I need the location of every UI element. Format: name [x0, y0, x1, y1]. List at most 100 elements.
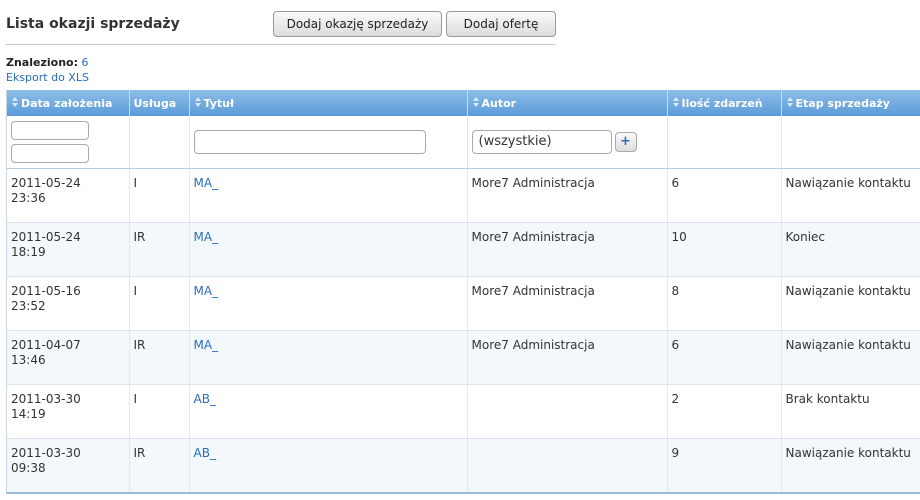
date-cell: 2011-05-24 23:36: [7, 168, 130, 223]
title-cell: MA_: [189, 222, 468, 277]
author-select[interactable]: (wszystkie): [471, 129, 612, 154]
opportunities-table: Data założenia Usługa Tytuł Autor Ilość …: [7, 90, 920, 492]
author-cell: [467, 384, 668, 439]
date-value: 2011-03-30: [11, 445, 81, 460]
table-row[interactable]: 2011-05-16 23:52 I MA_ More7 Administracja 8 N…: [7, 276, 920, 331]
add-offer-button[interactable]: Dodaj ofertę: [446, 11, 556, 37]
sort-arrows-icon: [12, 97, 18, 107]
stage-cell: Koniec: [781, 222, 920, 277]
column-header-service: Usługa: [129, 90, 190, 116]
time-value: 13:46: [11, 352, 46, 367]
service-cell: I: [129, 384, 190, 439]
events-filter-cell: [667, 116, 782, 169]
results-count: Znaleziono: 6: [6, 56, 88, 69]
column-header-stage-label: Etap sprzedaży: [795, 97, 890, 110]
export-xls-link[interactable]: Eksport do XLS: [6, 71, 89, 84]
table-row[interactable]: 2011-05-24 18:19 IR MA_ More7 Administracja 1…: [7, 222, 920, 277]
results-count-value: 6: [81, 56, 89, 69]
sort-arrows-icon: [672, 97, 679, 107]
time-value: 23:52: [11, 298, 46, 313]
stage-cell: Nawiązanie kontaktu: [781, 330, 920, 385]
title-link[interactable]: AB_: [194, 392, 216, 406]
stage-filter-cell: [781, 116, 920, 169]
page-title: Lista okazji sprzedaży: [6, 16, 180, 32]
sort-arrows-icon: [472, 97, 479, 107]
stage-cell: Nawiązanie kontaktu: [781, 168, 920, 223]
date-value: 2011-04-07: [11, 337, 81, 352]
events-cell: 10: [667, 222, 782, 277]
events-cell: 6: [667, 330, 782, 385]
author-cell: More7 Administracja: [467, 222, 668, 277]
table-row[interactable]: 2011-03-30 09:38 IR AB_ 9 Nawiązanie kontaktu: [7, 438, 920, 492]
service-filter-cell: [129, 116, 190, 169]
column-header-events-label: Ilość zdarzeń: [681, 97, 763, 110]
author-cell: More7 Administracja: [467, 276, 668, 331]
column-header-service-label: Usługa: [133, 96, 177, 110]
column-header-author-label: Autor: [481, 97, 517, 110]
events-cell: 2: [667, 384, 782, 439]
plus-icon[interactable]: +: [614, 131, 637, 152]
header-row: Data założenia Usługa Tytuł Autor Ilość …: [7, 90, 920, 116]
date-to-input[interactable]: [11, 143, 89, 163]
column-header-stage[interactable]: Etap sprzedaży: [781, 90, 920, 116]
title-cell: AB_: [189, 384, 468, 439]
date-value: 2011-05-16: [11, 283, 81, 298]
table-row[interactable]: 2011-05-24 23:36 I MA_ More7 Administracja 6 N…: [7, 168, 920, 223]
date-from-input[interactable]: [11, 120, 89, 140]
table-row[interactable]: 2011-04-07 13:46 IR MA_ More7 Administracja 6…: [7, 330, 920, 385]
sort-arrows-icon: [194, 97, 201, 107]
opportunities-grid: Data założenia Usługa Tytuł Autor Ilość …: [6, 90, 920, 494]
column-header-author[interactable]: Autor: [467, 90, 668, 116]
events-cell: 6: [667, 168, 782, 223]
date-filter-cell: [7, 116, 130, 169]
sort-arrows-icon: [786, 97, 793, 107]
time-value: 23:36: [11, 190, 46, 205]
author-cell: [467, 438, 668, 492]
column-header-title-label: Tytuł: [203, 97, 235, 110]
author-filter: (wszystkie) +: [471, 129, 663, 154]
title-link[interactable]: MA_: [194, 284, 219, 298]
results-count-label: Znaleziono:: [6, 56, 78, 69]
title-cell: MA_: [189, 276, 468, 331]
events-cell: 9: [667, 438, 782, 492]
title-link[interactable]: MA_: [194, 176, 219, 190]
service-cell: I: [129, 276, 190, 331]
service-cell: IR: [129, 330, 190, 385]
date-value: 2011-03-30: [11, 391, 81, 406]
author-cell: More7 Administracja: [467, 330, 668, 385]
date-cell: 2011-05-16 23:52: [7, 276, 130, 331]
service-cell: I: [129, 168, 190, 223]
add-opportunity-button[interactable]: Dodaj okazję sprzedaży: [273, 11, 442, 37]
stage-cell: Nawiązanie kontaktu: [781, 438, 920, 492]
title-filter-input[interactable]: [193, 129, 426, 154]
column-header-date[interactable]: Data założenia: [7, 90, 130, 116]
date-value: 2011-05-24: [11, 229, 81, 244]
time-value: 18:19: [11, 244, 46, 259]
time-value: 09:38: [11, 460, 46, 475]
date-cell: 2011-03-30 09:38: [7, 438, 130, 492]
filter-row: (wszystkie) +: [7, 116, 920, 169]
title-divider: [6, 44, 556, 45]
title-link[interactable]: AB_: [194, 446, 216, 460]
author-cell: More7 Administracja: [467, 168, 668, 223]
title-link[interactable]: MA_: [194, 230, 219, 244]
date-value: 2011-05-24: [11, 175, 81, 190]
title-cell: AB_: [189, 438, 468, 492]
time-value: 14:19: [11, 406, 46, 421]
stage-cell: Brak kontaktu: [781, 384, 920, 439]
author-filter-cell: (wszystkie) +: [467, 116, 668, 169]
title-link[interactable]: MA_: [194, 338, 219, 352]
column-header-date-label: Data założenia: [21, 97, 113, 110]
title-cell: MA_: [189, 168, 468, 223]
date-cell: 2011-03-30 14:19: [7, 384, 130, 439]
table-row[interactable]: 2011-03-30 14:19 I AB_ 2 Brak kontaktu: [7, 384, 920, 439]
date-cell: 2011-04-07 13:46: [7, 330, 130, 385]
service-cell: IR: [129, 222, 190, 277]
title-cell: MA_: [189, 330, 468, 385]
date-cell: 2011-05-24 18:19: [7, 222, 130, 277]
title-filter-cell: [189, 116, 468, 169]
column-header-title[interactable]: Tytuł: [189, 90, 468, 116]
service-cell: IR: [129, 438, 190, 492]
stage-cell: Nawiązanie kontaktu: [781, 276, 920, 331]
column-header-events[interactable]: Ilość zdarzeń: [667, 90, 782, 116]
